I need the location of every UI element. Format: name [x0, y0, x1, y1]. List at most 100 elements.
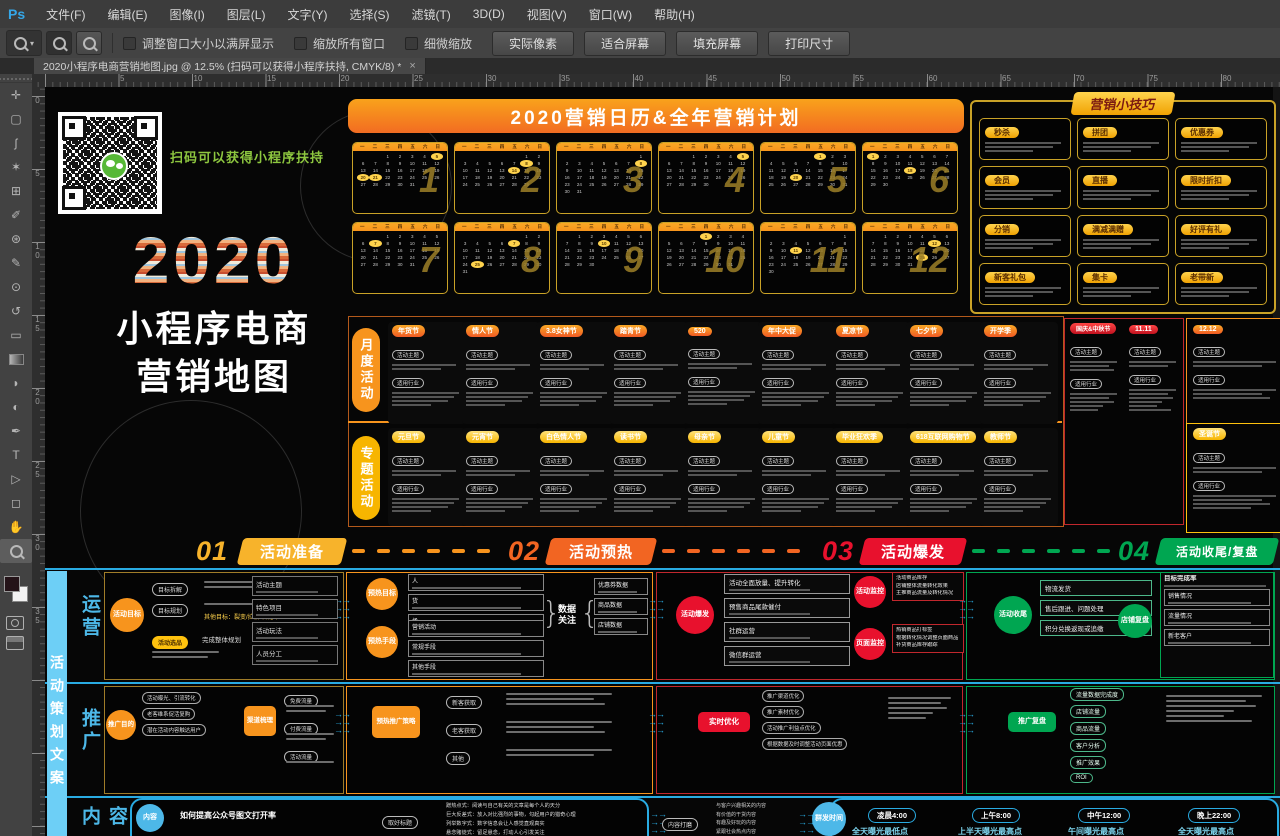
festival-pill: 年货节	[392, 325, 425, 337]
move-tool[interactable]: ✛	[0, 83, 32, 107]
text-line	[152, 651, 219, 653]
text-line	[286, 761, 334, 763]
title-formula: 悬念赌徒式：留足悬念，打动人心引发关注	[446, 829, 638, 836]
checkbox-icon[interactable]	[405, 37, 418, 50]
marketing-tips-panel: 营销小技巧 秒杀拼团优惠券会员直播限时折扣分销满减满赠好评有礼新客礼包集卡老带新	[970, 100, 1276, 314]
photoshop-window: Ps 文件(F)编辑(E)图像(I)图层(L)文字(Y)选择(S)滤镜(T)3D…	[0, 0, 1280, 836]
tip-card: 集卡	[1077, 263, 1169, 305]
festival-card-年货节: 年货节活动主题适用行业	[388, 322, 466, 424]
palette-grip[interactable]	[0, 74, 32, 83]
marquee-tool[interactable]: ▢	[0, 107, 32, 131]
tip-label: 集卡	[1083, 272, 1117, 283]
option-checkbox[interactable]: 调整窗口大小以满屏显示	[123, 35, 274, 52]
eyedropper-tool[interactable]: ✐	[0, 203, 32, 227]
brush-tool[interactable]: ✎	[0, 251, 32, 275]
menu-items: 文件(F)编辑(E)图像(I)图层(L)文字(Y)选择(S)滤镜(T)3D(D)…	[35, 0, 706, 28]
healing-brush-tool[interactable]: ⊛	[0, 227, 32, 251]
menu-item-F[interactable]: 文件(F)	[35, 0, 96, 28]
menu-item-S[interactable]: 选择(S)	[338, 0, 400, 28]
burst-item: 社群运营	[724, 622, 850, 642]
option-checkbox[interactable]: 缩放所有窗口	[294, 35, 385, 52]
quick-select-tool[interactable]: ✶	[0, 155, 32, 179]
menu-item-H[interactable]: 帮助(H)	[643, 0, 706, 28]
shape-tool[interactable]: ◻	[0, 491, 32, 515]
crop-tool[interactable]: ⊞	[0, 179, 32, 203]
text-line	[1129, 361, 1176, 363]
text-line	[1193, 471, 1262, 473]
pen-tool[interactable]: ✒	[0, 419, 32, 443]
text-line	[506, 749, 612, 751]
calendar-weekday-header: 一二三四五六日	[659, 223, 753, 231]
calendar-month-8: 一二三四五六日123456789101112131415161718192021…	[454, 222, 550, 294]
option-button-填充屏幕[interactable]: 填充屏幕	[676, 31, 758, 56]
calendar-weekday-header: 一二三四五六日	[863, 143, 957, 151]
quick-mask-icon[interactable]	[6, 616, 24, 630]
option-button-打印尺寸[interactable]: 打印尺寸	[768, 31, 850, 56]
type-tool[interactable]: T	[0, 443, 32, 467]
foreground-color-swatch[interactable]	[4, 576, 20, 592]
prepare-item: 人员分工	[252, 645, 338, 665]
menu-item-L[interactable]: 图层(L)	[216, 0, 277, 28]
promo-purpose-item: 潜在活动内容触达用户	[142, 724, 206, 736]
calendar-month-number: 10	[705, 239, 745, 281]
zoom-out-button[interactable]	[76, 31, 102, 55]
close-icon[interactable]: ×	[409, 60, 415, 72]
node-send-time: 群发时间	[812, 802, 846, 836]
menu-item-V[interactable]: 视图(V)	[516, 0, 578, 28]
history-brush-tool[interactable]: ↺	[0, 299, 32, 323]
festival-card-520: 520活动主题适用行业	[684, 322, 762, 424]
side-band-label: 活动策划文案	[47, 655, 67, 836]
option-button-实际像素[interactable]: 实际像素	[492, 31, 574, 56]
zoom-in-button[interactable]	[46, 31, 72, 55]
checkbox-icon[interactable]	[294, 37, 307, 50]
text-line	[1129, 365, 1168, 367]
option-button-适合屏幕[interactable]: 适合屏幕	[584, 31, 666, 56]
christmas-card: 圣诞节 活动主题 适用行业	[1186, 423, 1280, 533]
calendar-month-12: 一二三四五六日123456789101112131415161718192021…	[862, 222, 958, 294]
menu-item-T[interactable]: 滤镜(T)	[400, 0, 461, 28]
path-select-tool[interactable]: ▷	[0, 467, 32, 491]
zoom-tool-preset[interactable]: ▾	[6, 30, 42, 56]
data-watch-item: 店铺数据	[594, 618, 648, 635]
menu-item-3DD[interactable]: 3D(D)	[462, 0, 516, 28]
ruler-number: 5	[120, 74, 124, 83]
text-line	[888, 707, 947, 709]
option-checkbox[interactable]: 细微缩放	[405, 35, 472, 52]
time-pill: 中午12:00	[1078, 808, 1130, 823]
lasso-tool[interactable]: ʃ	[0, 131, 32, 155]
dodge-tool[interactable]: ◐	[0, 395, 32, 419]
calendar-month-6: 一二三四五六日123456789101112131415161718192021…	[862, 142, 958, 214]
menu-item-I[interactable]: 图像(I)	[158, 0, 215, 28]
node-promo-review: 推广复盘	[1008, 712, 1056, 732]
gradient-tool[interactable]	[0, 347, 32, 371]
menu-item-W[interactable]: 窗口(W)	[578, 0, 643, 28]
calendar-month-number: 3	[623, 159, 643, 201]
national-day-card: 国庆&中秋节 活动主题 适用行业	[1065, 319, 1124, 524]
eraser-tool[interactable]: ▭	[0, 323, 32, 347]
theme-label: 活动主题	[466, 456, 498, 466]
new-customer: 新客获取	[446, 696, 482, 709]
blur-tool[interactable]: ◗	[0, 371, 32, 395]
node-realtime-optimize: 实时优化	[698, 712, 750, 732]
clone-stamp-tool[interactable]: ⊙	[0, 275, 32, 299]
festival-pill: 开学季	[984, 325, 1017, 337]
theme-label: 活动主题	[910, 456, 942, 466]
promo-review-item: 店铺流量	[1070, 705, 1106, 718]
checkbox-icon[interactable]	[123, 37, 136, 50]
mode-icons	[2, 610, 28, 656]
document-tab[interactable]: 2020小程序电商营销地图.jpg @ 12.5% (扫码可以获得小程序扶持, …	[34, 58, 426, 74]
color-swatches[interactable]	[4, 576, 28, 602]
data-watch-item: 优惠券数据	[594, 578, 648, 595]
screen-mode-icon[interactable]	[6, 636, 24, 650]
ruler-number: 60	[929, 74, 938, 83]
menu-item-E[interactable]: 编辑(E)	[96, 0, 158, 28]
festival-card-儿童节: 儿童节活动主题适用行业	[758, 428, 836, 526]
monitor-item: 活动商品库存	[896, 575, 960, 583]
tips-grid: 秒杀拼团优惠券会员直播限时折扣分销满减满赠好评有礼新客礼包集卡老带新	[979, 118, 1267, 305]
phase-dashes	[662, 549, 814, 553]
preheat-method-item: 其他手段	[408, 660, 544, 677]
zoom-tool[interactable]	[0, 539, 32, 563]
hand-tool[interactable]: ✋	[0, 515, 32, 539]
menu-item-Y[interactable]: 文字(Y)	[276, 0, 338, 28]
old-customer: 老客获取	[446, 724, 482, 737]
